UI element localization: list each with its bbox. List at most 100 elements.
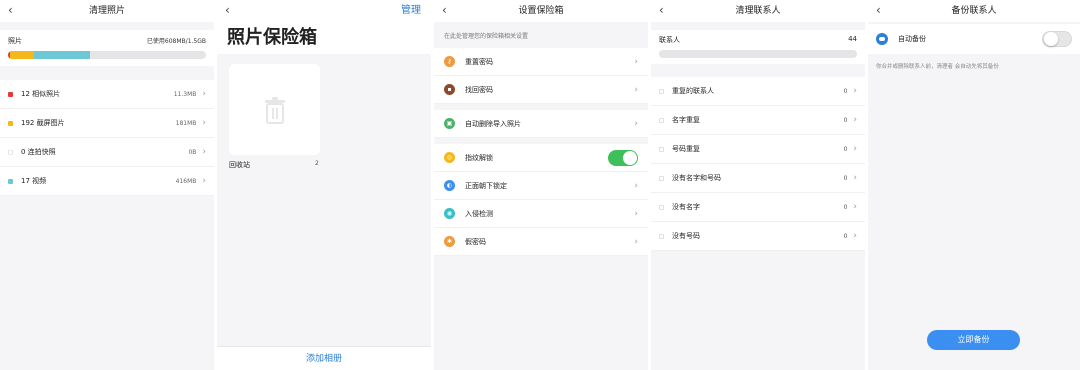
chevron-right-icon: ›	[634, 56, 638, 67]
row-label: 正面朝下锁定	[465, 181, 507, 190]
backup-now-button[interactable]: 立即备份	[927, 330, 1020, 350]
nav-bar: ‹ 设置保险箱	[434, 0, 648, 22]
item-label: 号码重复	[672, 145, 700, 153]
screenshot-collage: ‹ 清理照片 照片 已使用608MB/1.5GB 12 相似照片 11.3MB …	[0, 0, 1080, 370]
auto-backup-row: 自动备份	[868, 24, 1080, 54]
list-item[interactable]: 没有号码 0 ›	[651, 222, 865, 251]
back-icon[interactable]: ‹	[659, 0, 664, 20]
album-count: 2	[315, 160, 319, 167]
row-label: 自动删除导入照片	[465, 119, 521, 128]
chevron-right-icon: ›	[853, 231, 857, 241]
chevron-right-icon: ›	[853, 144, 857, 154]
nav-bar: ‹ 清理联系人	[651, 0, 865, 22]
screen-title: 备份联系人	[951, 6, 997, 16]
color-dot	[659, 233, 664, 239]
contacts-summary: 联系人 44	[651, 30, 865, 64]
item-size: 181MB	[175, 119, 197, 127]
trash-icon	[264, 96, 285, 124]
face-down-icon: ◐	[444, 180, 455, 191]
list-item[interactable]: 名字重复 0 ›	[651, 106, 865, 135]
item-count: 0	[843, 145, 848, 153]
item-size: 416MB	[175, 177, 197, 185]
settings-group-password: ⚷ 重置密码 › ▪ 找回密码 ›	[434, 48, 648, 104]
item-label: 名字重复	[672, 116, 700, 124]
chevron-right-icon: ›	[853, 86, 857, 96]
item-label: 没有名字和号码	[672, 174, 721, 182]
manage-button[interactable]: 管理	[401, 0, 421, 22]
face-down-lock-row[interactable]: ◐ 正面朝下锁定 ›	[434, 172, 648, 200]
contacts-category-list: 重复的联系人 0 › 名字重复 0 › 号码重复 0 › 没有名字和号码 0 ›	[651, 77, 865, 251]
row-label: 指纹解锁	[465, 153, 493, 162]
chevron-right-icon: ›	[202, 147, 206, 157]
list-item[interactable]: 号码重复 0 ›	[651, 135, 865, 164]
add-album-button[interactable]: 添加相册	[217, 346, 431, 370]
fingerprint-row: ◎ 指纹解锁	[434, 144, 648, 172]
row-label: 入侵检测	[465, 209, 493, 218]
storage-bar	[8, 51, 206, 59]
list-item[interactable]: 192 截屏图片 181MB ›	[0, 109, 214, 138]
contacts-label: 联系人	[659, 36, 680, 44]
album-name: 回收站	[229, 161, 250, 169]
chevron-right-icon: ›	[634, 118, 638, 129]
fingerprint-icon: ◎	[444, 152, 455, 163]
item-count: 0	[843, 116, 848, 124]
list-item[interactable]: 17 视频 416MB ›	[0, 167, 214, 196]
color-dot	[659, 117, 664, 123]
fingerprint-toggle[interactable]	[608, 149, 638, 166]
item-count: 0	[843, 87, 848, 95]
item-count: 0	[843, 174, 848, 182]
chevron-right-icon: ›	[853, 173, 857, 183]
reset-password-row[interactable]: ⚷ 重置密码 ›	[434, 48, 648, 76]
album-card-recycle-bin[interactable]	[229, 64, 320, 155]
screen-title: 清理照片	[88, 6, 125, 16]
row-label: 重置密码	[465, 57, 493, 66]
chevron-right-icon: ›	[634, 236, 638, 247]
nav-bar: ‹ 管理	[217, 0, 431, 22]
intrusion-detection-row[interactable]: ◉ 入侵检测 ›	[434, 200, 648, 228]
chevron-right-icon: ›	[202, 118, 206, 128]
recover-password-row[interactable]: ▪ 找回密码 ›	[434, 76, 648, 104]
color-dot	[659, 175, 664, 181]
list-item[interactable]: 重复的联系人 0 ›	[651, 77, 865, 106]
back-icon[interactable]: ‹	[225, 0, 230, 20]
item-size: 11.3MB	[173, 90, 197, 98]
album-grid: 回收站 2	[217, 54, 431, 344]
back-icon[interactable]: ‹	[442, 0, 447, 20]
nav-bar: ‹ 备份联系人	[868, 0, 1080, 22]
cloud-icon	[876, 33, 888, 45]
page-title: 照片保险箱	[217, 22, 431, 54]
key-icon: ⚷	[444, 56, 455, 67]
item-label: 没有号码	[672, 232, 700, 240]
settings-group-security: ◎ 指纹解锁 ◐ 正面朝下锁定 › ◉ 入侵检测 › ✱ 假密码 ›	[434, 144, 648, 256]
item-label: 0 连拍快照	[21, 148, 56, 156]
intrusion-icon: ◉	[444, 208, 455, 219]
color-dot	[659, 88, 664, 94]
lock-icon: ▪	[444, 84, 455, 95]
back-icon[interactable]: ‹	[8, 0, 13, 20]
chevron-right-icon: ›	[202, 89, 206, 99]
list-item[interactable]: 没有名字 0 ›	[651, 193, 865, 222]
photo-vault-screen: ‹ 管理 照片保险箱 回收站 2 添加相册	[217, 0, 431, 370]
auto-backup-toggle[interactable]	[1042, 31, 1072, 47]
contacts-backup-screen: ‹ 备份联系人 自动备份 你合并或删除联系人前，清理者 会自动先将其备份 立即备…	[868, 0, 1080, 370]
chevron-right-icon: ›	[202, 176, 206, 186]
chevron-right-icon: ›	[634, 84, 638, 95]
storage-segment-screenshots	[10, 51, 34, 59]
list-item[interactable]: 没有名字和号码 0 ›	[651, 164, 865, 193]
delete-auto-icon: ▣	[444, 118, 455, 129]
photo-category-list: 12 相似照片 11.3MB › 192 截屏图片 181MB › 0 连拍快照…	[0, 80, 214, 196]
nav-bar: ‹ 清理照片	[0, 0, 214, 22]
row-label: 找回密码	[465, 85, 493, 94]
back-icon[interactable]: ‹	[876, 0, 881, 20]
list-item[interactable]: 12 相似照片 11.3MB ›	[0, 80, 214, 109]
color-dot	[8, 178, 13, 184]
list-item[interactable]: 0 连拍快照 0B ›	[0, 138, 214, 167]
fake-password-icon: ✱	[444, 236, 455, 247]
auto-delete-import-row[interactable]: ▣ 自动删除导入照片 ›	[434, 110, 648, 138]
row-label: 假密码	[465, 237, 486, 246]
fake-password-row[interactable]: ✱ 假密码 ›	[434, 228, 648, 256]
storage-used: 已使用608MB/1.5GB	[146, 38, 206, 45]
color-dot	[8, 120, 13, 126]
chevron-right-icon: ›	[634, 180, 638, 191]
item-label: 没有名字	[672, 203, 700, 211]
